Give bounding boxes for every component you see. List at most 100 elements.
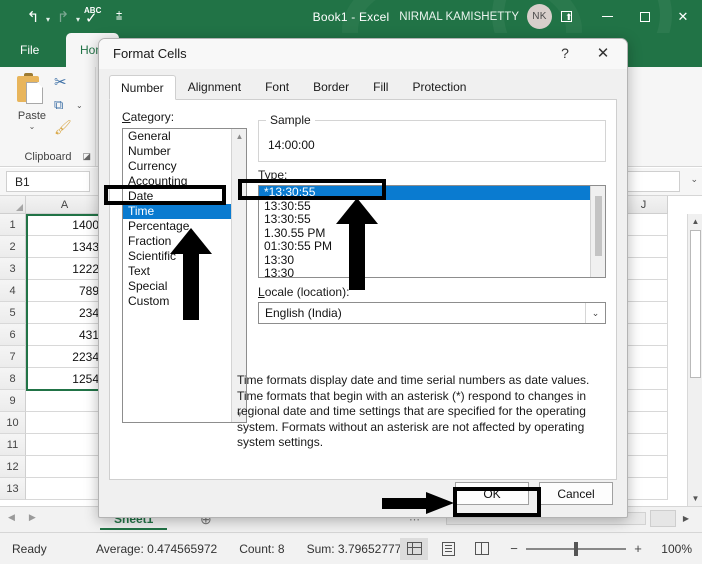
sheet-navigation[interactable]: ◀ ▶ (8, 512, 36, 523)
row-header[interactable]: 12 (0, 456, 26, 478)
tab-border[interactable]: Border (301, 74, 361, 99)
zoom-slider-track[interactable] (526, 541, 626, 556)
normal-view-button[interactable] (400, 537, 428, 560)
row-header[interactable]: 6 (0, 324, 26, 346)
copy-dropdown-caret-icon[interactable]: ⌄ (76, 101, 83, 110)
undo-dropdown-caret-icon[interactable]: ▾ (46, 4, 50, 30)
category-item-fraction[interactable]: Fraction (123, 234, 246, 249)
sheet-prev-arrow-icon[interactable]: ◀ (8, 512, 15, 523)
type-list-scrollbar[interactable] (590, 186, 605, 277)
type-list[interactable]: *13:30:55 13:30:55 13:30:55 1.30.55 PM 01:30… (258, 185, 606, 278)
copy-icon[interactable]: ⧉ (54, 97, 63, 113)
select-all-corner-button[interactable] (0, 196, 26, 214)
category-scroll-up-icon[interactable]: ▲ (232, 129, 246, 144)
vertical-scrollbar-thumb[interactable] (690, 230, 701, 378)
row-header[interactable]: 11 (0, 434, 26, 456)
type-item[interactable]: 13:30:55 (259, 212, 605, 227)
expand-formula-bar-icon[interactable]: ⌄ (690, 174, 698, 185)
category-item-time[interactable]: Time (123, 204, 246, 219)
sheet-next-arrow-icon[interactable]: ▶ (29, 512, 36, 523)
category-item-currency[interactable]: Currency (123, 159, 246, 174)
row-header[interactable]: 3 (0, 258, 26, 280)
maximize-button[interactable] (626, 0, 664, 33)
cell-a6[interactable]: 431 (26, 324, 104, 346)
redo-icon[interactable]: ↱ (52, 4, 74, 30)
zoom-slider-thumb[interactable] (574, 541, 578, 556)
type-item[interactable]: 13:30 (259, 253, 605, 268)
tab-number[interactable]: Number (109, 75, 176, 100)
ribbon-tab-file[interactable]: File (8, 33, 51, 67)
category-list[interactable]: General Number Currency Accounting Date Time P… (122, 128, 247, 423)
cancel-button[interactable]: Cancel (539, 482, 613, 505)
category-item-custom[interactable]: Custom (123, 294, 246, 309)
category-item-number[interactable]: Number (123, 144, 246, 159)
dialog-close-icon[interactable]: ✕ (591, 44, 615, 62)
page-break-preview-button[interactable] (468, 538, 496, 560)
zoom-in-button[interactable]: + (632, 541, 644, 556)
cell-a7[interactable]: 2234 (26, 346, 104, 368)
type-item[interactable]: 13:30:55 (259, 199, 605, 214)
ribbon-display-options-icon[interactable]: ⬆ (544, 0, 588, 33)
category-item-accounting[interactable]: Accounting (123, 174, 246, 189)
ok-button[interactable]: OK (455, 482, 529, 505)
chevron-down-icon[interactable]: ⌄ (585, 303, 605, 323)
scroll-right-arrow-icon[interactable]: ▶ (676, 514, 696, 523)
horizontal-scrollbar[interactable]: ▶ (650, 510, 702, 527)
locale-select[interactable]: English (India) ⌄ (258, 302, 606, 324)
cell-a3[interactable]: 1222 (26, 258, 104, 280)
category-item-date[interactable]: Date (123, 189, 246, 204)
page-layout-view-button[interactable] (434, 538, 462, 560)
row-header[interactable]: 10 (0, 412, 26, 434)
clipboard-dialog-launcher-icon[interactable]: ◪ (82, 151, 91, 162)
type-scrollbar-thumb[interactable] (595, 196, 602, 256)
spelling-check-icon[interactable]: ABC ✓ (82, 4, 106, 30)
row-header[interactable]: 1 (0, 214, 26, 236)
cell-a9[interactable] (26, 390, 104, 412)
type-item[interactable]: 1.30.55 PM (259, 226, 605, 241)
type-item[interactable]: *13:30:55 (259, 186, 605, 200)
zoom-out-button[interactable]: − (508, 541, 520, 556)
tab-protection[interactable]: Protection (400, 74, 478, 99)
category-item-general[interactable]: General (123, 129, 246, 144)
zoom-control[interactable]: − + (508, 541, 644, 556)
category-item-scientific[interactable]: Scientific (123, 249, 246, 264)
row-header[interactable]: 5 (0, 302, 26, 324)
category-item-special[interactable]: Special (123, 279, 246, 294)
tab-alignment[interactable]: Alignment (176, 74, 253, 99)
row-header[interactable]: 4 (0, 280, 26, 302)
cell-a12[interactable] (26, 456, 104, 478)
row-header[interactable]: 2 (0, 236, 26, 258)
name-box[interactable]: B1 (6, 171, 90, 192)
cell-a1[interactable]: 1400 (26, 214, 104, 236)
customize-quick-access-toolbar-icon[interactable]: ⩲ (108, 4, 130, 30)
row-header[interactable]: 13 (0, 478, 26, 500)
cut-icon[interactable]: ✂ (54, 73, 67, 91)
cell-a8[interactable]: 1254 (26, 368, 104, 390)
cell-a2[interactable]: 1343 (26, 236, 104, 258)
type-item[interactable]: 01:30:55 PM (259, 239, 605, 254)
scroll-up-arrow-icon[interactable]: ▲ (688, 214, 702, 229)
cell-a4[interactable]: 789 (26, 280, 104, 302)
row-header[interactable]: 8 (0, 368, 26, 390)
cell-a10[interactable] (26, 412, 104, 434)
vertical-scrollbar[interactable]: ▲ ▼ (687, 214, 702, 506)
type-item[interactable]: 13:30 (259, 266, 605, 277)
redo-dropdown-caret-icon[interactable]: ▾ (76, 4, 80, 30)
help-icon[interactable]: ? (553, 45, 577, 61)
scroll-down-arrow-icon[interactable]: ▼ (688, 491, 702, 506)
category-item-percentage[interactable]: Percentage (123, 219, 246, 234)
horizontal-scrollbar-thumb[interactable] (650, 510, 676, 527)
tab-font[interactable]: Font (253, 74, 301, 99)
cell-a5[interactable]: 234 (26, 302, 104, 324)
column-header-a[interactable]: A (26, 196, 104, 214)
dialog-title-bar[interactable]: Format Cells ? ✕ (99, 39, 627, 69)
tab-fill[interactable]: Fill (361, 74, 400, 99)
row-header[interactable]: 9 (0, 390, 26, 412)
category-item-text[interactable]: Text (123, 264, 246, 279)
format-painter-icon[interactable]: 🖌 (54, 119, 72, 136)
undo-icon[interactable]: ↰ (22, 4, 44, 30)
paste-dropdown-caret-icon[interactable]: ⌄ (8, 122, 56, 131)
zoom-level-label[interactable]: 100% (661, 542, 692, 556)
minimize-button[interactable] (588, 0, 626, 33)
close-button[interactable]: ✕ (664, 0, 702, 33)
